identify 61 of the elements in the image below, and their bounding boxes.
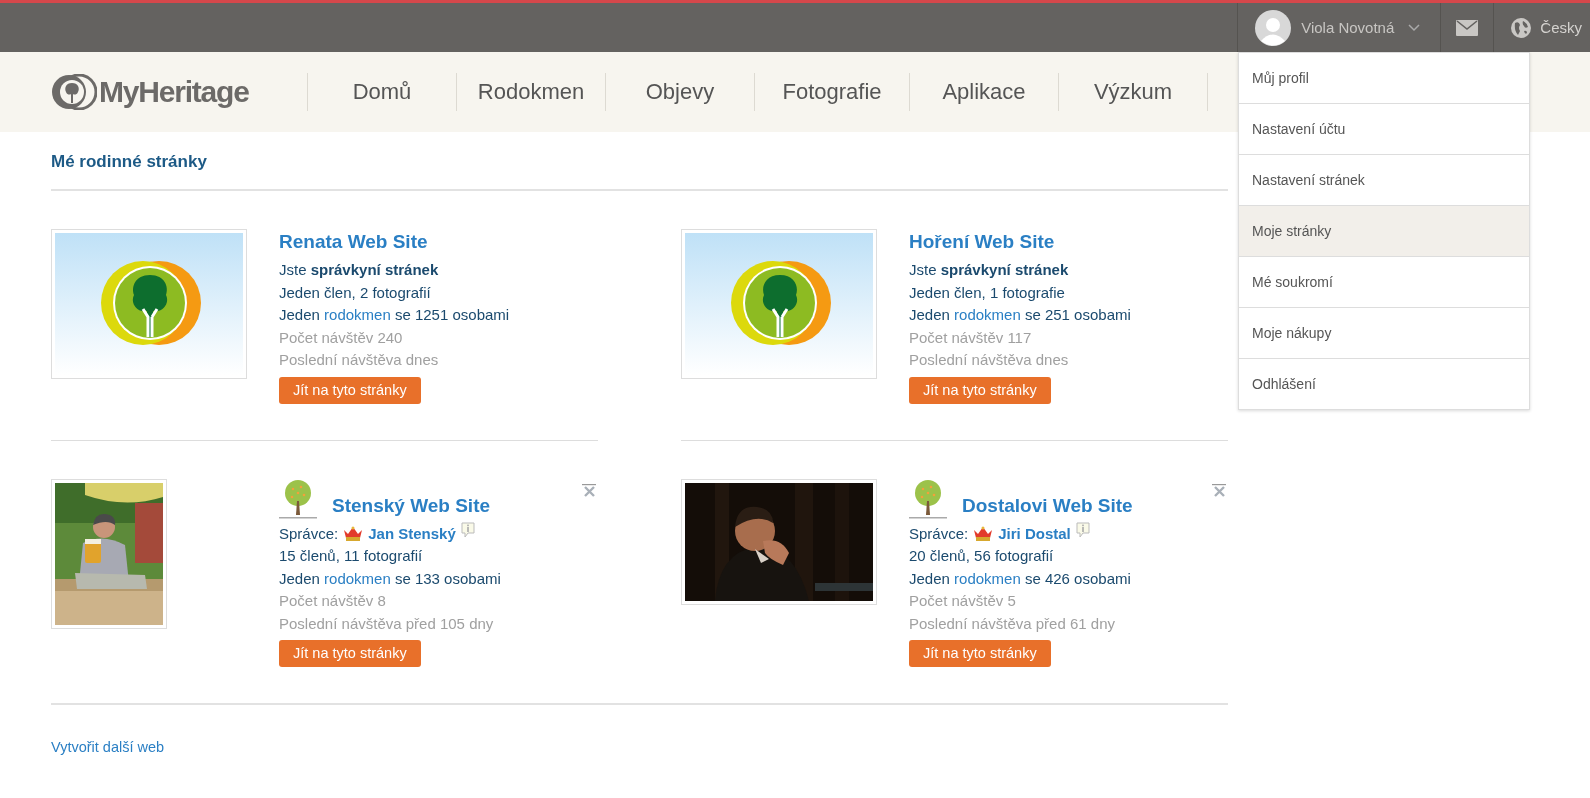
last-visit-text: Poslední návštěva dnes — [279, 350, 439, 370]
close-icon[interactable] — [582, 483, 596, 498]
menu-item[interactable]: Moje stránky — [1239, 206, 1529, 257]
menu-item[interactable]: Můj profil — [1239, 53, 1529, 104]
admin-name-link[interactable]: Jiri Dostal — [998, 522, 1071, 545]
role-text: Jste správkyní stránek — [909, 260, 1069, 280]
language-button[interactable]: Česky — [1494, 3, 1590, 52]
nav-link[interactable]: Aplikace — [910, 73, 1059, 111]
site-title-link[interactable]: Renata Web Site — [279, 229, 428, 255]
info-icon[interactable] — [460, 521, 475, 538]
admin-name-link[interactable]: Jan Stenský — [368, 522, 456, 545]
logo-icon — [51, 74, 97, 110]
page-heading: Mé rodinné stránky — [51, 132, 1228, 191]
last-visit-text: Poslední návštěva před 105 dny — [279, 613, 494, 634]
chevron-down-icon — [1408, 23, 1421, 32]
nav-link[interactable]: Rodokmen — [457, 73, 606, 111]
close-icon[interactable] — [1212, 483, 1226, 498]
mail-icon[interactable] — [1456, 19, 1479, 36]
go-to-site-button[interactable]: Jít na tyto stránky — [909, 376, 1051, 404]
tree-info-text: Jeden rodokmen se 133 osobami — [279, 568, 501, 589]
visits-text: Počet návštěv 240 — [279, 327, 403, 348]
globe-icon — [1511, 17, 1532, 38]
tree-info-text: Jeden rodokmen se 426 osobami — [909, 568, 1131, 589]
create-site-link[interactable]: Vytvořit další web — [51, 739, 165, 755]
menu-item[interactable]: Mé soukromí — [1239, 257, 1529, 308]
members-text: 20 členů, 56 fotografií — [909, 546, 1054, 566]
logo[interactable]: MyHeritage — [51, 73, 308, 111]
menu-item[interactable]: Nastavení účtu — [1239, 104, 1529, 155]
site-title-link[interactable]: Stenský Web Site — [332, 492, 491, 519]
last-visit-text: Poslední návštěva před 61 dny — [909, 613, 1115, 634]
nav-link[interactable]: Výzkum — [1059, 73, 1208, 111]
go-to-site-button[interactable]: Jít na tyto stránky — [909, 640, 1051, 667]
nav-link[interactable]: Fotografie — [755, 73, 910, 111]
family-tree-link[interactable]: rodokmen — [324, 306, 391, 323]
info-icon[interactable] — [1075, 521, 1090, 538]
last-visit-text: Poslední návštěva dnes — [909, 350, 1069, 370]
role-text: Jste správkyní stránek — [279, 260, 439, 280]
family-tree-link[interactable]: rodokmen — [954, 306, 1021, 323]
site-title-link[interactable]: Hoření Web Site — [909, 229, 1055, 255]
tree-info-text: Jeden rodokmen se 1251 osobami — [279, 305, 510, 325]
members-text: 15 členů, 11 fotografií — [279, 546, 423, 566]
crown-icon — [343, 526, 364, 542]
admin-label: Správce: — [279, 523, 339, 544]
members-text: Jeden člen, 1 fotografie — [909, 282, 1065, 303]
go-to-site-button[interactable]: Jít na tyto stránky — [279, 640, 421, 667]
site-title-link[interactable]: Dostalovi Web Site — [962, 492, 1133, 519]
crown-icon — [973, 526, 994, 542]
visits-text: Počet návštěv 5 — [909, 591, 1016, 611]
visits-text: Počet návštěv 117 — [909, 327, 1032, 348]
nav-link[interactable]: Domů — [308, 73, 457, 111]
family-tree-link[interactable]: rodokmen — [954, 569, 1021, 587]
visits-text: Počet návštěv 8 — [279, 591, 386, 611]
admin-label: Správce: — [909, 523, 969, 544]
go-to-site-button[interactable]: Jít na tyto stránky — [279, 376, 421, 404]
family-tree-link[interactable]: rodokmen — [324, 569, 391, 587]
menu-item[interactable]: Odhlášení — [1239, 359, 1529, 409]
avatar-icon — [1255, 9, 1292, 46]
nav-link[interactable]: Objevy — [606, 73, 755, 111]
members-text: Jeden člen, 2 fotografií — [279, 282, 431, 303]
menu-item[interactable]: Moje nákupy — [1239, 308, 1529, 359]
tree-info-text: Jeden rodokmen se 251 osobami — [909, 305, 1131, 325]
